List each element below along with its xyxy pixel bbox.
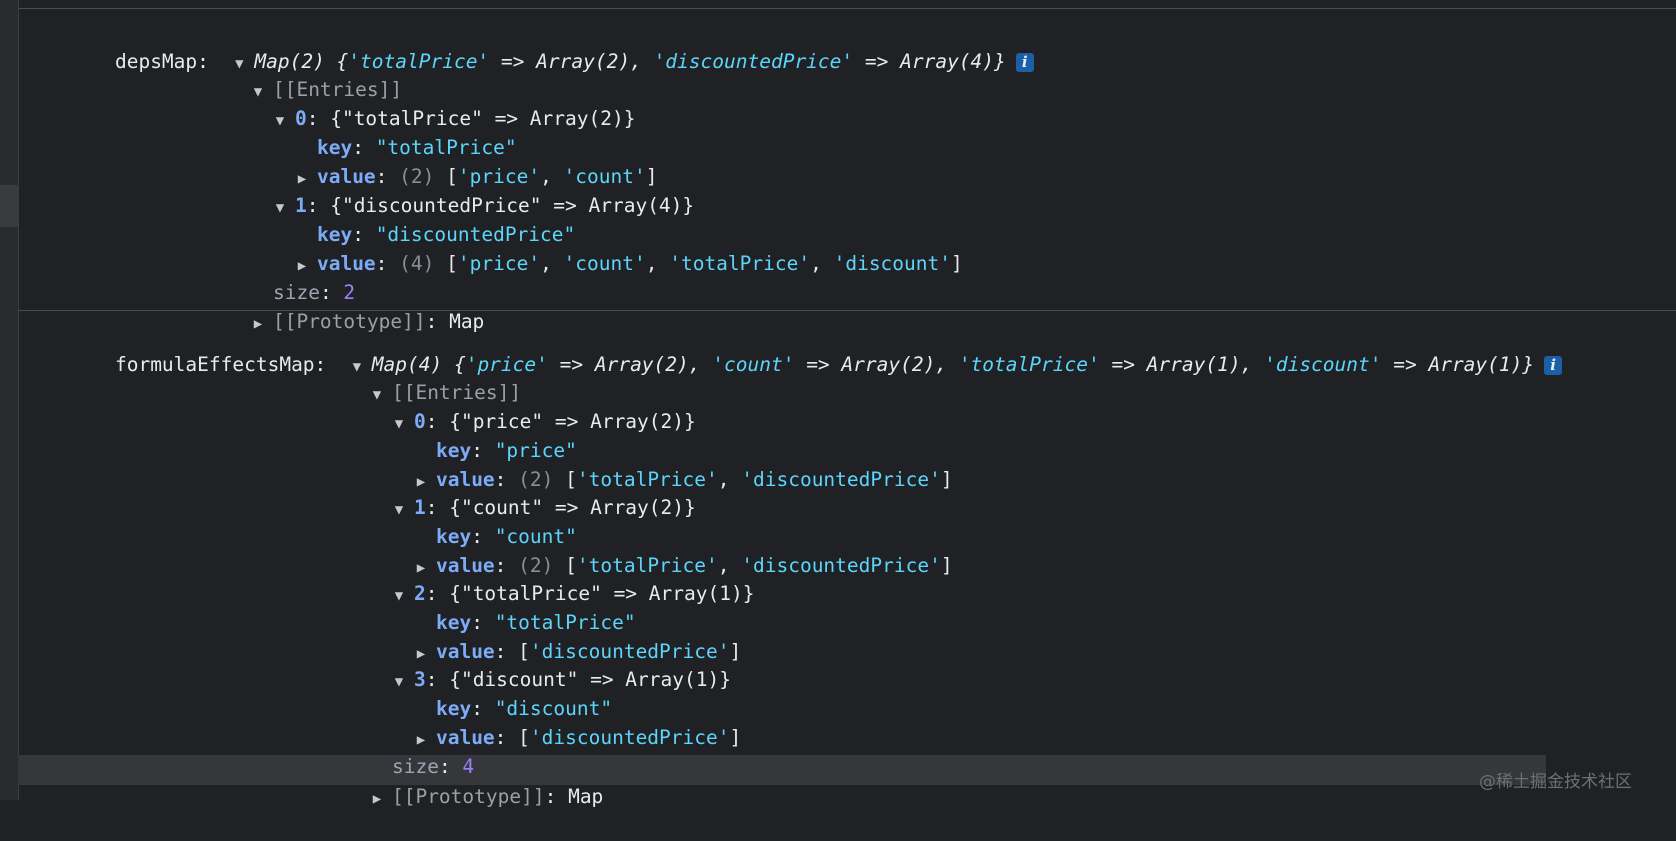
formulaeffectsmap-entry-2[interactable]: ▼ 2: {"totalPrice" => Array(1)} (345, 552, 755, 605)
formulaeffectsmap-entry-3-key: key: "discount" (435, 697, 613, 720)
watermark: @稀土掘金技术社区 (1479, 772, 1632, 792)
depsmap-entry-1[interactable]: ▼ 1: {"discountedPrice" => Array(4)} (226, 164, 694, 217)
formulaeffectsmap-entry-1-value[interactable]: ▶ value: (2) ['totalPrice', 'discountedPr… (367, 524, 953, 577)
formulaeffectsmap-entry-3[interactable]: ▼ 3: {"discount" => Array(1)} (345, 638, 731, 691)
hovered-row-highlight (18, 755, 1546, 785)
console-gutter (0, 0, 19, 800)
formulaeffectsmap-entry-3-value[interactable]: ▶ value: ['discountedPrice'] (367, 696, 742, 749)
triangle-right-icon[interactable]: ▶ (370, 785, 384, 813)
depsmap-size: size: 2 (272, 281, 356, 304)
formulaeffectsmap-entry-2-key: key: "totalPrice" (435, 611, 636, 634)
formulaeffectsmap-size: size: 4 (391, 755, 475, 778)
info-icon[interactable]: i (1015, 53, 1034, 72)
formulaeffectsmap-entry-0-value[interactable]: ▶ value: (2) ['totalPrice', 'discountedPr… (367, 438, 953, 491)
gutter-marker (0, 185, 18, 227)
depsmap-entry-1-value[interactable]: ▶ value: (4) ['price', 'count', 'totalPri… (248, 222, 963, 275)
formulaeffectsmap-summary[interactable]: Map(4) {'price' => Array(2), 'count' => … (372, 353, 1534, 376)
depsmap-prototype[interactable]: ▶ [[Prototype]]: Map (204, 280, 485, 333)
formulaeffectsmap-summary-row: formulaEffectsMap: ▼ Map(4) {'price' => A… (68, 323, 1563, 376)
formulaeffectsmap-entry-1[interactable]: ▼ 1: {"count" => Array(2)} (345, 466, 696, 519)
formulaeffectsmap-prototype[interactable]: ▶ [[Prototype]]: Map (323, 755, 604, 808)
formulaeffectsmap-label: formulaEffectsMap: (114, 353, 327, 376)
depsmap-entries-row[interactable]: ▼ [[Entries]] (204, 48, 402, 101)
formulaeffectsmap-entry-0[interactable]: ▼ 0: {"price" => Array(2)} (345, 380, 696, 433)
formulaeffectsmap-entry-0-key: key: "price" (435, 439, 577, 462)
depsmap-entry-0-key: key: "totalPrice" (316, 136, 517, 159)
info-icon[interactable]: i (1544, 356, 1563, 375)
formulaeffectsmap-entry-1-key: key: "count" (435, 525, 577, 548)
formulaeffectsmap-entries-row[interactable]: ▼ [[Entries]] (323, 351, 521, 404)
depsmap-entry-1-key: key: "discountedPrice" (316, 223, 576, 246)
depsmap-summary-row: depsMap: ▼ Map(2) {'totalPrice' => Array(… (68, 20, 1034, 73)
depsmap-label: depsMap: (114, 50, 209, 73)
formulaeffectsmap-entry-2-value[interactable]: ▶ value: ['discountedPrice'] (367, 610, 742, 663)
depsmap-entry-0-value[interactable]: ▶ value: (2) ['price', 'count'] (248, 135, 658, 188)
depsmap-entry-0[interactable]: ▼ 0: {"totalPrice" => Array(2)} (226, 77, 636, 130)
console-top-border (18, 8, 1676, 9)
